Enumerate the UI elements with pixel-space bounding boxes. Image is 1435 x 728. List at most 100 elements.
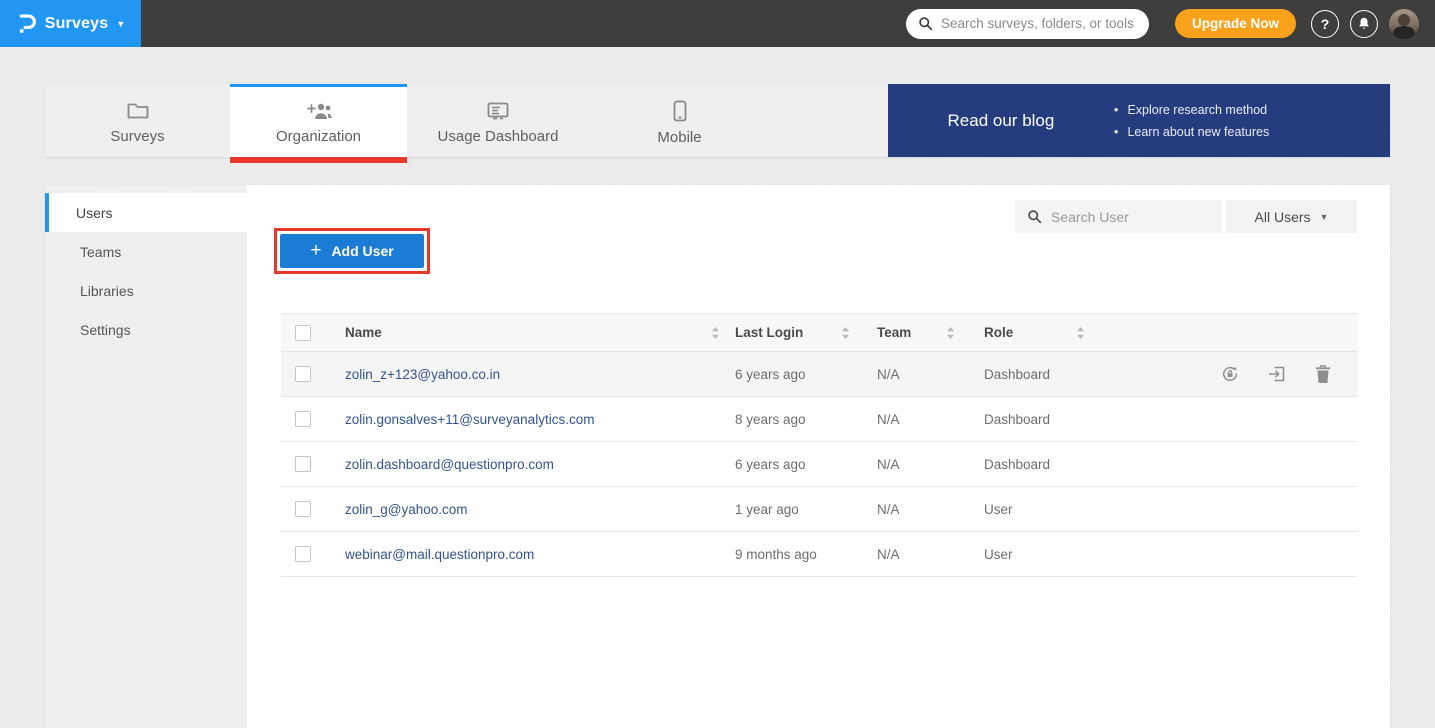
users-table: Name Last Login Team Role zolin_z+123@ya… xyxy=(281,313,1358,577)
product-switcher[interactable]: Surveys ▼ xyxy=(0,0,141,47)
read-our-blog-banner[interactable]: Read our blog Explore research method Le… xyxy=(888,84,1390,157)
questionpro-logo-icon xyxy=(16,12,37,35)
user-search[interactable] xyxy=(1015,200,1222,233)
search-icon xyxy=(1027,209,1042,224)
product-label: Surveys xyxy=(45,15,109,33)
table-row: zolin.dashboard@questionpro.com6 years a… xyxy=(281,442,1358,487)
annotation-red-box: + Add User xyxy=(274,228,430,274)
last-login-cell: 8 years ago xyxy=(730,412,860,427)
header-last-login[interactable]: Last Login xyxy=(730,325,860,340)
sidebar-item-libraries[interactable]: Libraries xyxy=(45,271,247,310)
column-label: Role xyxy=(984,325,1013,340)
add-user-button[interactable]: + Add User xyxy=(280,234,424,268)
role-cell: Dashboard xyxy=(965,367,1095,382)
team-cell: N/A xyxy=(860,502,965,517)
blog-banner-title: Read our blog xyxy=(888,111,1114,131)
upgrade-now-button[interactable]: Upgrade Now xyxy=(1175,9,1296,38)
delete-icon[interactable] xyxy=(1314,364,1332,384)
sidebar-item-label: Settings xyxy=(80,322,131,338)
header-checkbox-cell xyxy=(281,325,330,341)
tab-label: Mobile xyxy=(657,129,701,146)
team-cell: N/A xyxy=(860,457,965,472)
help-button[interactable]: ? xyxy=(1311,10,1339,38)
organization-side-nav: Users Teams Libraries Settings xyxy=(45,185,247,728)
role-cell: Dashboard xyxy=(965,412,1095,427)
tabs-filler xyxy=(770,84,888,157)
bell-icon xyxy=(1357,16,1371,31)
table-row: webinar@mail.questionpro.com 9 months ago… xyxy=(281,532,1358,577)
user-avatar[interactable] xyxy=(1389,9,1419,39)
user-email-link[interactable]: zolin_g@yahoo.com xyxy=(345,502,468,517)
last-login-cell: 6 years ago xyxy=(730,367,860,382)
header-team[interactable]: Team xyxy=(860,325,965,340)
module-tabs: Surveys Organization xyxy=(45,84,1390,157)
sidebar-item-users[interactable]: Users xyxy=(45,193,247,232)
row-checkbox-cell xyxy=(281,411,330,427)
user-email-link[interactable]: zolin.gonsalves+11@surveyanalytics.com xyxy=(345,412,594,427)
chevron-down-icon: ▼ xyxy=(1320,213,1329,222)
table-row: zolin_g@yahoo.com 1 year agoN/AUser xyxy=(281,487,1358,532)
global-search[interactable] xyxy=(906,9,1149,39)
user-name-cell: zolin_g@yahoo.com xyxy=(330,502,730,517)
user-name-cell: webinar@mail.questionpro.com xyxy=(330,547,730,562)
role-cell: User xyxy=(965,502,1095,517)
row-checkbox[interactable] xyxy=(295,411,311,427)
sort-icon[interactable] xyxy=(1076,326,1085,340)
search-icon xyxy=(918,16,933,31)
header-role[interactable]: Role xyxy=(965,325,1095,340)
role-cell: User xyxy=(965,547,1095,562)
blog-bullet-list: Explore research method Learn about new … xyxy=(1114,99,1269,143)
user-search-input[interactable] xyxy=(1051,209,1210,225)
dashboard-icon xyxy=(486,101,510,121)
sidebar-item-teams[interactable]: Teams xyxy=(45,232,247,271)
app-root: Surveys ▼ Upgrade Now ? xyxy=(0,0,1435,728)
row-checkbox-cell xyxy=(281,546,330,562)
team-cell: N/A xyxy=(860,547,965,562)
sort-icon[interactable] xyxy=(711,326,720,340)
tab-surveys[interactable]: Surveys xyxy=(45,84,230,157)
tab-mobile[interactable]: Mobile xyxy=(589,84,770,157)
sidebar-item-settings[interactable]: Settings xyxy=(45,310,247,349)
user-email-link[interactable]: webinar@mail.questionpro.com xyxy=(345,547,534,562)
reset-password-icon[interactable] xyxy=(1220,364,1240,384)
user-name-cell: zolin.gonsalves+11@surveyanalytics.com xyxy=(330,412,730,427)
login-as-user-icon[interactable] xyxy=(1267,364,1287,384)
add-people-icon xyxy=(305,101,333,121)
chevron-down-icon: ▼ xyxy=(116,20,125,29)
row-checkbox[interactable] xyxy=(295,456,311,472)
users-filter-dropdown[interactable]: All Users ▼ xyxy=(1226,200,1357,233)
select-all-checkbox[interactable] xyxy=(295,325,311,341)
sort-icon[interactable] xyxy=(841,326,850,340)
tab-label: Organization xyxy=(276,128,361,145)
row-checkbox[interactable] xyxy=(295,546,311,562)
header-name[interactable]: Name xyxy=(330,325,730,340)
tab-usage-dashboard[interactable]: Usage Dashboard xyxy=(407,84,589,157)
team-cell: N/A xyxy=(860,412,965,427)
notifications-button[interactable] xyxy=(1350,10,1378,38)
tab-label: Surveys xyxy=(110,128,164,145)
table-row: zolin.gonsalves+11@surveyanalytics.com 8 … xyxy=(281,397,1358,442)
role-cell: Dashboard xyxy=(965,457,1095,472)
table-body: zolin_z+123@yahoo.co.in6 years agoN/ADas… xyxy=(281,352,1358,577)
sidebar-item-label: Libraries xyxy=(80,283,134,299)
tab-organization[interactable]: Organization xyxy=(230,84,407,157)
blog-bullet: Learn about new features xyxy=(1114,121,1269,143)
global-search-input[interactable] xyxy=(941,16,1137,31)
blog-bullet: Explore research method xyxy=(1114,99,1269,121)
row-checkbox-cell xyxy=(281,501,330,517)
row-actions-cell xyxy=(1095,364,1358,384)
user-email-link[interactable]: zolin.dashboard@questionpro.com xyxy=(345,457,554,472)
sort-icon[interactable] xyxy=(946,326,955,340)
last-login-cell: 1 year ago xyxy=(730,502,860,517)
row-checkbox[interactable] xyxy=(295,366,311,382)
mobile-icon xyxy=(673,100,687,122)
last-login-cell: 9 months ago xyxy=(730,547,860,562)
user-email-link[interactable]: zolin_z+123@yahoo.co.in xyxy=(345,367,500,382)
table-row: zolin_z+123@yahoo.co.in6 years agoN/ADas… xyxy=(281,352,1358,397)
users-filter-value: All Users xyxy=(1255,209,1311,225)
row-checkbox[interactable] xyxy=(295,501,311,517)
column-label: Team xyxy=(877,325,911,340)
organization-panel: Users Teams Libraries Settings All Users… xyxy=(45,185,1390,728)
sidebar-item-label: Teams xyxy=(80,244,121,260)
top-bar: Surveys ▼ Upgrade Now ? xyxy=(0,0,1435,47)
